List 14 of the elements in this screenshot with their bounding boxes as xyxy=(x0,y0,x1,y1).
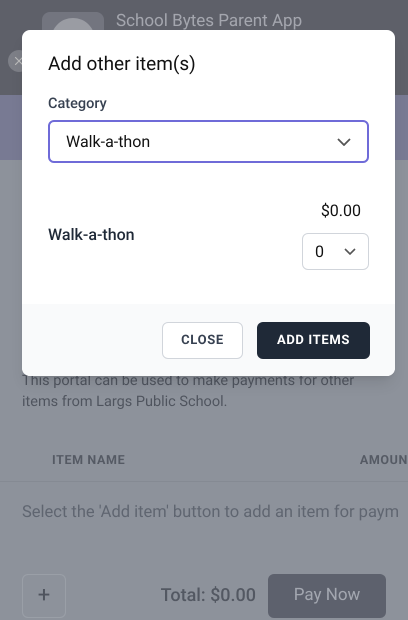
item-price: $0.00 xyxy=(320,200,361,222)
chevron-down-icon xyxy=(344,248,356,256)
column-header: ITEM NAME xyxy=(52,452,126,470)
category-select[interactable]: Walk-a-thon xyxy=(48,120,369,164)
app-title: School Bytes Parent App xyxy=(116,12,302,30)
item-name: Walk-a-thon xyxy=(48,224,135,246)
column-header: AMOUN xyxy=(360,452,408,470)
quantity-select[interactable]: 0 xyxy=(302,233,369,270)
chevron-down-icon xyxy=(337,138,351,146)
close-button[interactable]: CLOSE xyxy=(162,322,243,359)
add-items-button[interactable]: ADD ITEMS xyxy=(257,322,370,359)
dialog-title: Add other item(s) xyxy=(48,51,197,77)
total-text: Total: $0.00 xyxy=(160,584,256,608)
category-label: Category xyxy=(48,94,108,114)
